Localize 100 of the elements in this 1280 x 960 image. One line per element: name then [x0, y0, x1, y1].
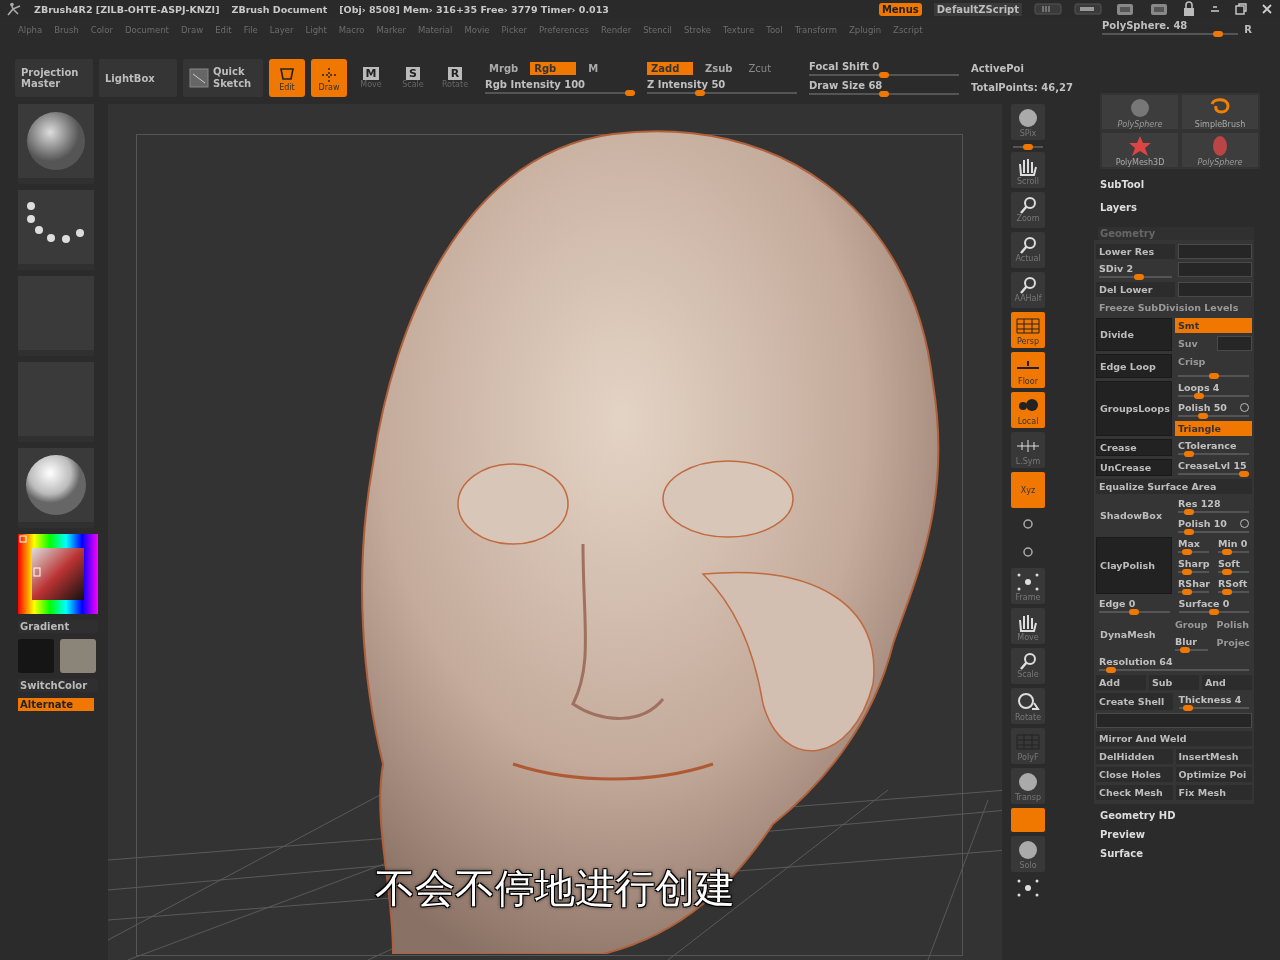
geometry-option[interactable]: Polish	[1213, 617, 1252, 632]
geometry-slider[interactable]: Min 0	[1215, 537, 1252, 554]
mode-button[interactable]: Edit	[269, 59, 305, 97]
geometry-option[interactable]: Suv	[1175, 336, 1214, 351]
letter-cube-icon: R	[447, 67, 463, 80]
geometry-slider[interactable]: CTolerance	[1175, 439, 1252, 456]
alternate-button[interactable]: Alternate	[18, 698, 94, 711]
geometry-option[interactable]: Freeze SubDivision Levels	[1096, 300, 1252, 315]
section-heading[interactable]: Layers	[1088, 192, 1280, 215]
restore-icon[interactable]	[1234, 2, 1248, 16]
geometry-button[interactable]: Optimize Poi	[1175, 767, 1252, 782]
geometry-slider[interactable]: CreaseLvl 15	[1175, 459, 1252, 476]
geometry-slider[interactable]: RShar	[1175, 577, 1212, 594]
z-intensity-slider[interactable]: Z Intensity 50	[647, 79, 797, 94]
geometry-button[interactable]: Create Shell	[1096, 693, 1173, 710]
geometry-slider[interactable]: Soft	[1215, 557, 1252, 574]
panel-button[interactable]: LightBox	[99, 59, 177, 97]
geometry-slider[interactable]	[1175, 372, 1252, 378]
geometry-button[interactable]: Lower Res	[1096, 244, 1175, 259]
geometry-slider[interactable]: Thickness 4	[1175, 693, 1252, 710]
bar-icon[interactable]	[1074, 2, 1102, 16]
geometry-button[interactable]: Mirror And Weld	[1096, 731, 1252, 746]
section-heading[interactable]: Geometry HD	[1088, 804, 1280, 823]
tool-thumbnail[interactable]: PolySphere	[1182, 133, 1258, 167]
geometry-button[interactable]: Triangle	[1175, 421, 1252, 436]
total-points-text: TotalPoints: 46,27	[971, 82, 1071, 93]
geometry-button[interactable]: Fix Mesh	[1175, 785, 1252, 800]
geometry-button[interactable]: DynaMesh	[1096, 617, 1169, 652]
geometry-button[interactable]: Close Holes	[1096, 767, 1173, 782]
thumbnail-slot[interactable]	[18, 448, 94, 528]
geometry-slider[interactable]: Polish 10	[1175, 517, 1252, 534]
switch-color-button[interactable]: SwitchColor	[18, 679, 98, 692]
geometry-button[interactable]: InsertMesh	[1175, 749, 1252, 764]
geometry-button[interactable]: Add	[1096, 675, 1146, 690]
spix-slider[interactable]	[1013, 144, 1043, 148]
palette-icon[interactable]	[1114, 1, 1136, 17]
rgb-intensity-slider[interactable]: Rgb Intensity 100	[485, 79, 635, 94]
close-icon[interactable]	[1260, 2, 1274, 16]
script-button[interactable]: DefaultZScript	[933, 2, 1022, 16]
magnifier-icon	[1020, 197, 1036, 214]
geometry-slider[interactable]: SDiv 2	[1096, 262, 1175, 279]
channel-toggle[interactable]: Mrgb	[485, 62, 523, 75]
geometry-option[interactable]: Group	[1172, 617, 1211, 632]
draw-size-slider[interactable]: Draw Size 68	[809, 80, 959, 95]
geometry-slider[interactable]: Edge 0	[1096, 597, 1173, 614]
geometry-slider[interactable]: Sharp	[1175, 557, 1212, 574]
gradient-label[interactable]: Gradient	[18, 620, 98, 633]
tool-slider[interactable]: PolySphere. 48	[1102, 20, 1239, 35]
geometry-button[interactable]: UnCrease	[1096, 459, 1172, 476]
tool-thumbnail[interactable]: SimpleBrush	[1182, 95, 1258, 129]
geometry-button[interactable]: And	[1202, 675, 1252, 690]
geometry-slider[interactable]: Polish 50	[1175, 401, 1252, 418]
shelf-button[interactable]: Local	[1011, 392, 1045, 428]
shelf-button[interactable]: Xyz	[1011, 472, 1045, 508]
thumbnail-slot[interactable]	[18, 190, 94, 270]
section-heading[interactable]: Preview	[1088, 823, 1280, 842]
geometry-button[interactable]: Edge Loop	[1096, 354, 1172, 378]
geometry-option[interactable]: Crisp	[1175, 354, 1252, 369]
geometry-button[interactable]: ClayPolish	[1096, 537, 1172, 594]
tool-thumbnail[interactable]: PolySphere	[1102, 95, 1178, 129]
geometry-slider[interactable]: RSoft	[1215, 577, 1252, 594]
mode-button[interactable]: Draw	[311, 59, 347, 97]
color-swatch[interactable]	[60, 639, 96, 673]
geometry-button[interactable]: Check Mesh	[1096, 785, 1173, 800]
geometry-button[interactable]: Smt	[1175, 318, 1252, 333]
focal-shift-slider[interactable]: Focal Shift 0	[809, 61, 959, 76]
section-heading[interactable]: SubTool	[1088, 169, 1280, 192]
lock-icon[interactable]	[1182, 1, 1196, 17]
geometry-slider[interactable]: Resolution 64	[1096, 655, 1252, 672]
geometry-slider[interactable]: Res 128	[1175, 497, 1252, 514]
geometry-button[interactable]: Sub	[1149, 675, 1199, 690]
shelf-button[interactable]: Persp	[1011, 312, 1045, 348]
quick-sketch-button[interactable]: Quick Sketch	[183, 59, 263, 97]
geometry-slider[interactable]: Surface 0	[1175, 597, 1252, 614]
geometry-button[interactable]: ShadowBox	[1096, 497, 1172, 534]
r-key-button[interactable]: R	[1244, 24, 1252, 35]
thumbnail-slot[interactable]	[18, 104, 94, 184]
geometry-button[interactable]: DelHidden	[1096, 749, 1173, 764]
geometry-slider[interactable]: Max	[1175, 537, 1212, 554]
channel-toggle[interactable]: Rgb	[530, 62, 577, 75]
geometry-button[interactable]: Del Lower	[1096, 282, 1175, 297]
geometry-button[interactable]: Divide	[1096, 318, 1172, 351]
color-picker[interactable]	[18, 534, 98, 614]
mode-button[interactable]: M Move	[353, 59, 389, 97]
channel-toggle[interactable]: M	[584, 62, 603, 75]
panel-button[interactable]: Projection Master	[15, 59, 93, 97]
geometry-button[interactable]: Crease	[1096, 439, 1172, 456]
geometry-slider[interactable]: Loops 4	[1175, 381, 1252, 398]
geometry-button[interactable]: Equalize Surface Area	[1096, 479, 1252, 494]
menus-button[interactable]: Menus	[878, 2, 922, 16]
dial-icon[interactable]	[1034, 2, 1062, 16]
tool-thumbnail[interactable]: PolyMesh3D	[1102, 133, 1178, 167]
geometry-button[interactable]: GroupsLoops	[1096, 381, 1172, 436]
palette-icon[interactable]	[1148, 1, 1170, 17]
geometry-slider[interactable]: Blur	[1172, 635, 1211, 652]
z-mode-toggle[interactable]: Zsub	[701, 62, 737, 75]
shelf-button[interactable]: Floor	[1011, 352, 1045, 388]
z-mode-toggle[interactable]: Zadd	[647, 62, 693, 75]
section-heading[interactable]: Surface	[1088, 842, 1280, 861]
geometry-option[interactable]: Projec	[1213, 635, 1252, 652]
